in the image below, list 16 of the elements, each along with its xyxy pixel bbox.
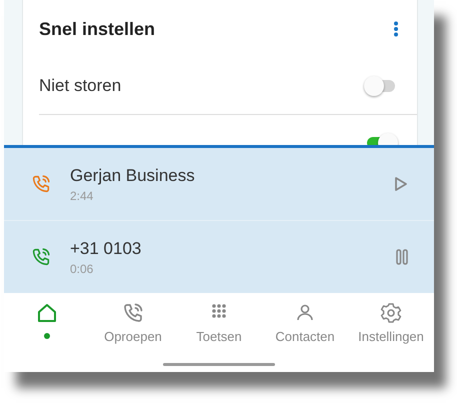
nav-tab[interactable]: Contacten: [262, 301, 348, 355]
nav-tab[interactable]: Instellingen: [348, 301, 434, 355]
phone-icon: [121, 301, 145, 325]
nav-tab[interactable]: Toetsen: [176, 301, 262, 355]
call-duration: 2:44: [70, 188, 94, 202]
caller-name: Gerjan Business: [70, 166, 196, 186]
pause-icon[interactable]: [396, 249, 408, 265]
more-options-icon[interactable]: [393, 21, 399, 37]
setting-label: Niet storen: [39, 76, 122, 96]
section-title: Snel instellen: [39, 18, 156, 40]
settings-icon: [379, 301, 403, 325]
caller-name: +31 0103: [70, 238, 142, 258]
call-duration: 0:06: [70, 262, 94, 276]
nav-tab[interactable]: Oproepen: [90, 301, 176, 355]
home-icon: [35, 301, 59, 325]
play-icon[interactable]: [394, 176, 408, 192]
